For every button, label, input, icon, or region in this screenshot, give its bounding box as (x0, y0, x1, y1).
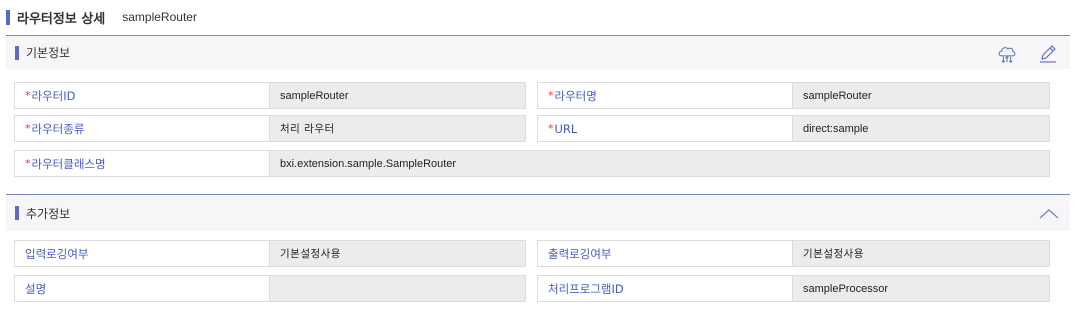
required-mark: * (25, 157, 31, 170)
router-id-value: sampleRouter (269, 83, 525, 108)
router-id-field: * 라우터ID sampleRouter (14, 82, 526, 109)
extra-info-title: 추가정보 (26, 206, 71, 221)
required-mark: * (25, 89, 31, 102)
required-mark: * (548, 122, 554, 135)
router-class-label: * 라우터클래스명 (15, 151, 106, 176)
router-class-value: bxi.extension.sample.SampleRouter (269, 151, 1049, 176)
page-header: 라우터정보 상세 sampleRouter (6, 6, 197, 28)
processor-id-field: 처리프로그램ID sampleProcessor (537, 275, 1050, 302)
section-accent-bar (15, 45, 19, 60)
description-field: 설명 (14, 275, 526, 302)
url-field: * URL direct:sample (537, 115, 1050, 142)
output-logging-label: 출력로깅여부 (548, 246, 612, 261)
router-type-field: * 라우터종류 처리 라우터 (14, 115, 526, 142)
processor-id-label: 처리프로그램ID (548, 281, 624, 296)
extra-info-section-header: 추가정보 (6, 194, 1070, 231)
router-name-value: sampleRouter (792, 83, 1049, 108)
url-value: direct:sample (792, 116, 1049, 141)
router-type-label: * 라우터종류 (15, 116, 84, 141)
description-value (269, 276, 525, 301)
router-name-field: * 라우터명 sampleRouter (537, 82, 1050, 109)
page-subtitle: sampleRouter (122, 10, 197, 24)
url-label-text: URL (554, 121, 578, 136)
input-logging-field: 입력로깅여부 기본설정사용 (14, 240, 526, 267)
section-accent-bar (15, 206, 19, 220)
page-title: 라우터정보 상세 (17, 11, 106, 27)
processor-id-value: sampleProcessor (792, 276, 1049, 301)
router-class-field: * 라우터클래스명 bxi.extension.sample.SampleRout… (14, 150, 1050, 177)
chevron-up-icon[interactable] (1038, 203, 1060, 225)
url-label: * URL (538, 116, 577, 141)
router-name-label-text: 라우터명 (554, 88, 597, 103)
router-type-label-text: 라우터종류 (31, 121, 85, 136)
router-type-value: 처리 라우터 (269, 116, 525, 141)
router-class-label-text: 라우터클래스명 (31, 156, 106, 171)
output-logging-field: 출력로깅여부 기본설정사용 (537, 240, 1050, 267)
basic-info-section-header: 기본정보 (6, 35, 1070, 69)
input-logging-label: 입력로깅여부 (25, 246, 89, 261)
router-id-label-text: 라우터ID (31, 88, 76, 103)
input-logging-value: 기본설정사용 (269, 241, 525, 266)
router-name-label: * 라우터명 (538, 83, 597, 108)
basic-info-title: 기본정보 (26, 46, 71, 60)
description-label: 설명 (25, 281, 47, 296)
router-id-label: * 라우터ID (15, 83, 76, 108)
cloud-deploy-icon[interactable] (996, 43, 1018, 65)
required-mark: * (25, 122, 31, 135)
pencil-edit-icon[interactable] (1037, 43, 1059, 65)
required-mark: * (548, 89, 554, 102)
title-accent-bar (6, 9, 10, 25)
output-logging-value: 기본설정사용 (792, 241, 1049, 266)
